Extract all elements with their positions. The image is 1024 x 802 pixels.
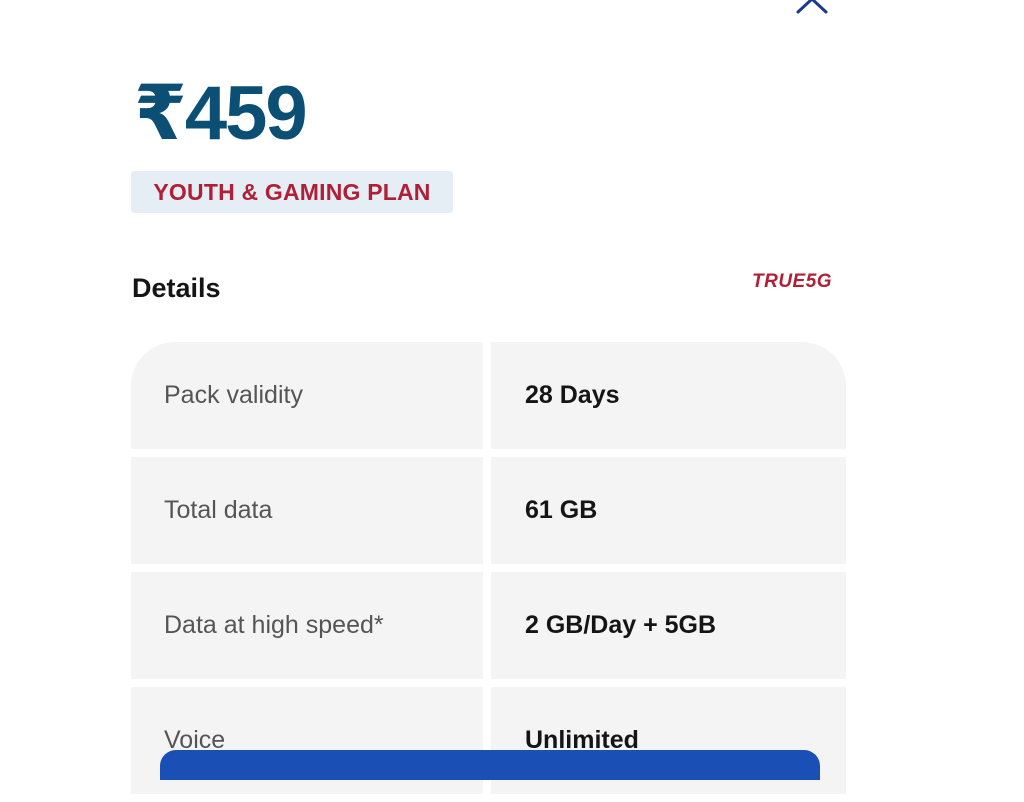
row-value: 2 GB/Day + 5GB <box>491 572 846 679</box>
row-label: Total data <box>131 457 483 564</box>
details-table: Pack validity 28 Days Total data 61 GB D… <box>131 342 846 802</box>
row-label: Pack validity <box>131 342 483 449</box>
plan-category-badge: YOUTH & GAMING PLAN <box>131 171 453 213</box>
plan-price: ₹459 <box>134 71 308 156</box>
row-label: Data at high speed* <box>131 572 483 679</box>
bottom-action-button[interactable] <box>160 750 820 780</box>
true5g-logo: TRUE5G <box>752 271 833 292</box>
table-row: Total data 61 GB <box>131 457 846 564</box>
close-button[interactable] <box>792 0 832 14</box>
row-value: 61 GB <box>491 457 846 564</box>
details-heading: Details <box>132 273 221 303</box>
close-icon <box>796 0 828 14</box>
row-value: 28 Days <box>491 342 846 449</box>
table-row: Data at high speed* 2 GB/Day + 5GB <box>131 572 846 679</box>
table-row: Pack validity 28 Days <box>131 342 846 449</box>
